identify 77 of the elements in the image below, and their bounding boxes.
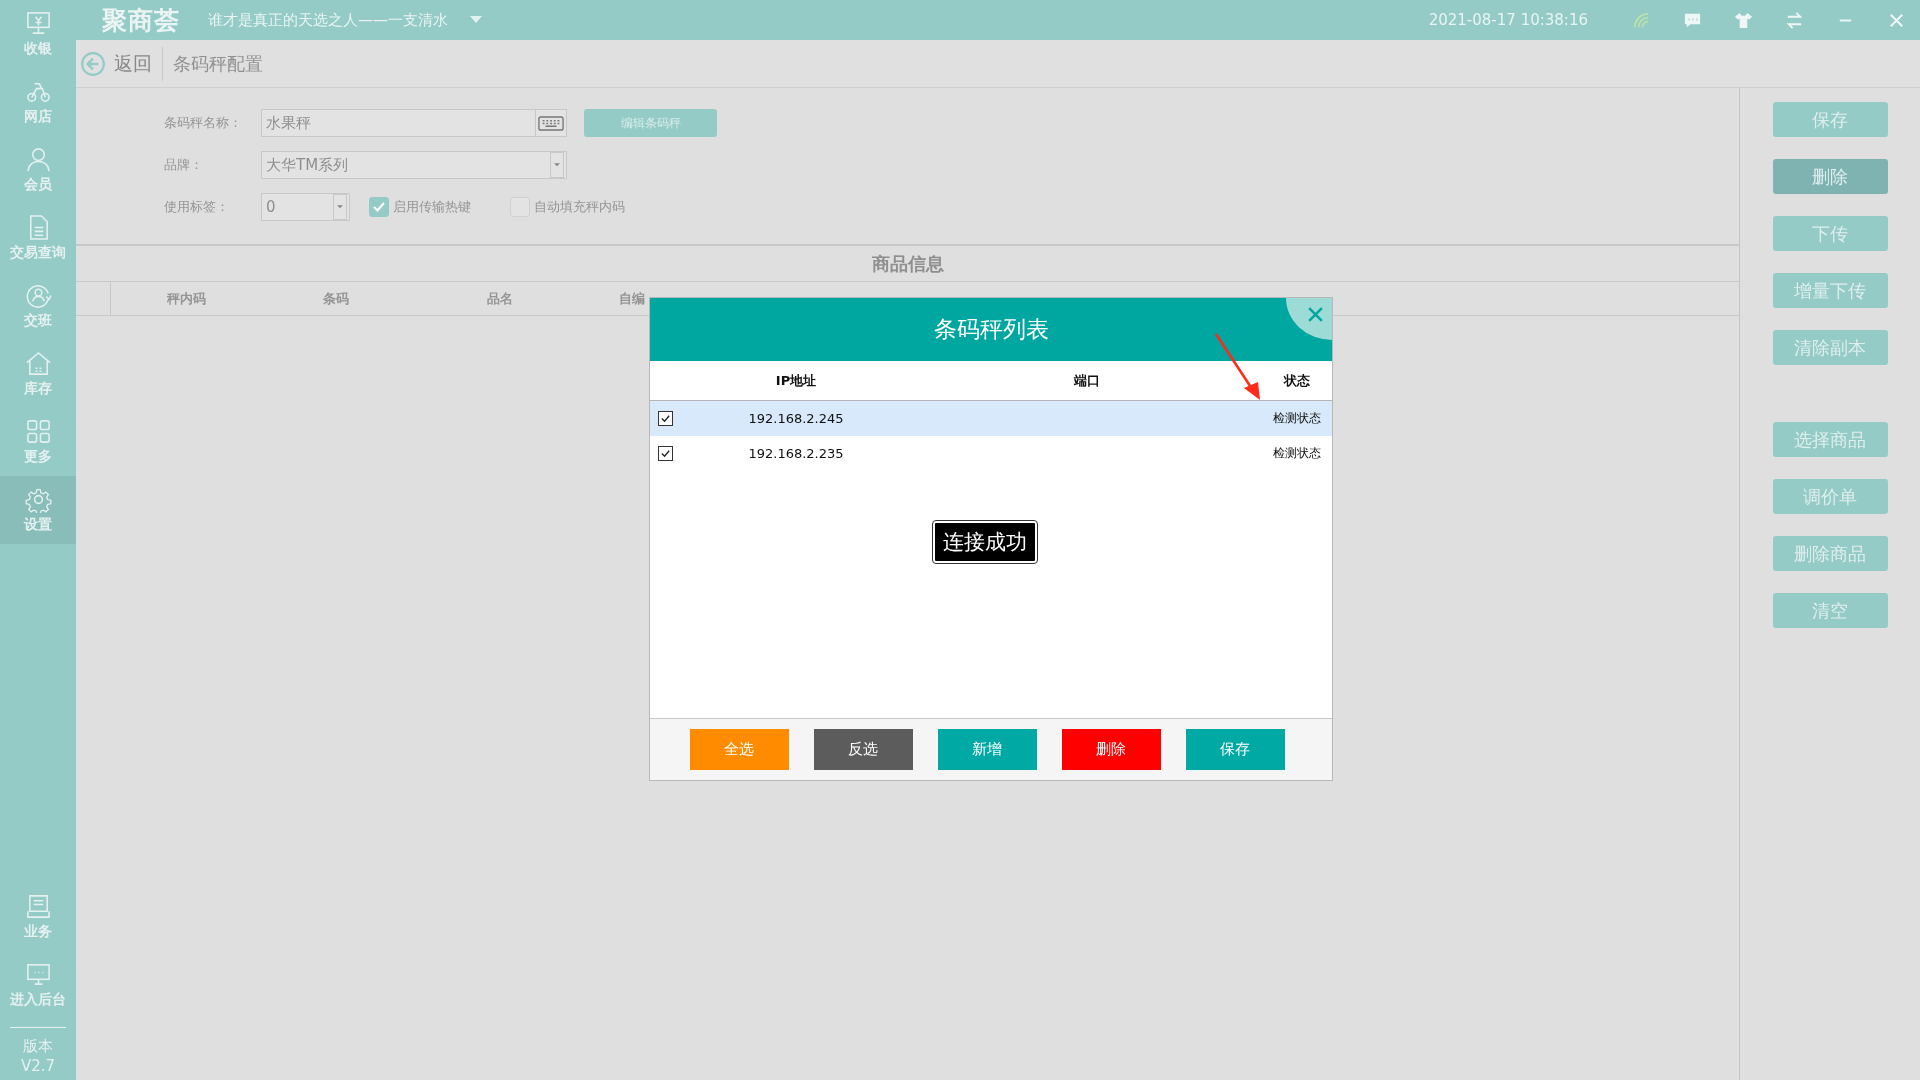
dialog-title: 条码秤列表: [933, 315, 1049, 344]
table-cell-text: 检测状态: [1272, 445, 1322, 462]
action-button[interactable]: 删除: [1772, 159, 1888, 194]
edit-scale-button[interactable]: 编辑条码秤: [584, 109, 717, 137]
sidebar-item[interactable]: 进入后台: [0, 951, 76, 1019]
version-number: V2.7: [20, 1056, 56, 1076]
checkbox-option[interactable]: 启用传输热键: [369, 197, 471, 217]
action-button[interactable]: 下传: [1772, 216, 1888, 251]
date-time: 2021-08-17 10:38:16: [1428, 11, 1588, 29]
action-button[interactable]: 调价单: [1772, 479, 1888, 514]
checkmark-icon: [659, 413, 671, 424]
dialog-button[interactable]: 保存: [1185, 729, 1285, 770]
table-cell-text: 检测状态: [1272, 410, 1322, 427]
table-cell-text: 192.168.2.245: [747, 411, 845, 426]
sidebar-item[interactable]: 网店: [0, 68, 76, 136]
sidebar-item[interactable]: 设置: [0, 476, 76, 544]
action-button[interactable]: 增量下传: [1772, 273, 1888, 308]
app-logo: 聚商荟: [102, 4, 180, 37]
sidebar-item[interactable]: 会员: [0, 136, 76, 204]
swap-icon[interactable]: [1785, 10, 1804, 30]
action-button[interactable]: 清空: [1772, 593, 1888, 628]
table-cell-text: 192.168.2.235: [747, 446, 845, 461]
field-label: 品牌：: [164, 156, 204, 174]
dialog-button[interactable]: 全选: [689, 729, 789, 770]
caret-icon[interactable]: [470, 16, 482, 24]
section-title: 商品信息: [76, 246, 1739, 282]
handover-icon: [24, 282, 52, 309]
table-row[interactable]: 192.168.2.235 检测状态: [650, 436, 1332, 471]
column-header: 秤内码: [165, 289, 207, 308]
grid-icon: [24, 418, 52, 445]
caret-icon[interactable]: [554, 163, 560, 167]
column-header: 状态: [1282, 371, 1311, 390]
checkbox-option[interactable]: 自动填充秤内码: [510, 197, 625, 217]
sidebar-item[interactable]: 库存: [0, 340, 76, 408]
name-field[interactable]: 水果秤: [261, 109, 567, 137]
settings-icon: [24, 486, 52, 513]
register-icon: [24, 10, 52, 37]
action-button[interactable]: 删除商品: [1772, 536, 1888, 571]
caret-icon[interactable]: [337, 205, 343, 209]
column-header: IP地址: [774, 371, 818, 390]
action-button[interactable]: 清除副本: [1772, 330, 1888, 365]
checkmark-icon: [659, 448, 671, 459]
sidebar-item[interactable]: 交易查询: [0, 204, 76, 272]
column-header: 品名: [486, 289, 514, 308]
keyboard-icon[interactable]: [538, 115, 564, 131]
row-checkbox[interactable]: [657, 446, 673, 461]
slogan-text: 谁才是真正的天选之人——一支清水: [208, 10, 448, 30]
action-button[interactable]: 选择商品: [1772, 422, 1888, 457]
table-row[interactable]: 192.168.2.245 检测状态: [650, 401, 1332, 436]
column-header: 自编: [618, 289, 646, 308]
row-checkbox[interactable]: [657, 411, 673, 426]
sidebar-item[interactable]: 交班: [0, 272, 76, 340]
toast-message: 连接成功: [933, 521, 1037, 563]
warehouse-icon: [24, 350, 52, 377]
dialog-button[interactable]: 反选: [813, 729, 913, 770]
dialog-button[interactable]: 删除: [1061, 729, 1161, 770]
checkmark-icon: [372, 200, 386, 214]
action-button[interactable]: 保存: [1772, 102, 1888, 137]
page-title: 条码秤配置: [173, 51, 263, 76]
sidebar-item[interactable]: 业务: [0, 883, 76, 951]
sidebar-item[interactable]: 更多: [0, 408, 76, 476]
business-icon: [24, 893, 52, 920]
close-icon: [1307, 306, 1324, 323]
column-header: 条码: [322, 289, 350, 308]
signal-icon: [1632, 10, 1651, 30]
person-icon: [24, 146, 52, 173]
version-label: 版本: [23, 1036, 53, 1056]
sidebar-item[interactable]: 收银: [0, 0, 76, 68]
shirt-icon[interactable]: [1734, 10, 1753, 30]
column-header: 端口: [1072, 371, 1101, 390]
back-button[interactable]: 返回: [76, 50, 162, 77]
tag-dropdown[interactable]: 0: [261, 193, 350, 221]
dialog-button[interactable]: 新增: [937, 729, 1037, 770]
field-label: 使用标签：: [164, 198, 230, 216]
brand-dropdown[interactable]: 大华TM系列: [261, 151, 567, 179]
field-label: 条码秤名称：: [164, 114, 243, 132]
monitor-icon: [24, 961, 52, 988]
